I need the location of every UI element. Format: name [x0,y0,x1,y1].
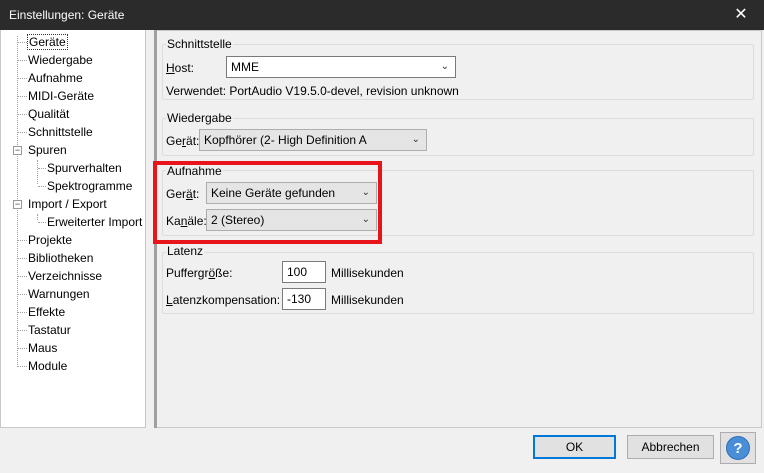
schnittstelle-title: Schnittstelle [166,37,233,51]
tree-item-tastatur[interactable]: Tastatur [28,322,71,338]
tree-item-verzeichnisse[interactable]: Verzeichnisse [28,268,102,284]
latency-comp-unit: Millisekunden [331,293,404,307]
close-icon[interactable]: ✕ [718,0,764,30]
tree-item-erweiterter-import[interactable]: Erweiterter Import [47,214,142,230]
tree-item-geraete[interactable]: Geräte [27,34,68,50]
tree-item-maus[interactable]: Maus [28,340,57,356]
buffer-unit: Millisekunden [331,266,404,280]
preferences-tree: Geräte Wiedergabe Aufnahme MIDI-Geräte Q… [0,30,146,428]
tree-item-spuren[interactable]: Spuren [28,142,67,158]
tree-item-spurverhalten[interactable]: Spurverhalten [47,160,122,176]
latenz-title: Latenz [166,244,205,258]
buffer-label: Puffergröße: [166,266,233,280]
chevron-down-icon: ⌄ [440,61,449,72]
tree-item-qualitaet[interactable]: Qualität [28,106,69,122]
tree-item-spektrogramme[interactable]: Spektrogramme [47,178,132,194]
tree-item-import-export[interactable]: Import / Export [28,196,107,212]
host-select[interactable]: MME ⌄ [226,56,456,78]
using-text: Verwendet: PortAudio V19.5.0-devel, revi… [166,84,459,98]
tree-item-module[interactable]: Module [28,358,67,374]
tree-item-aufnahme[interactable]: Aufnahme [28,70,83,86]
host-label: Host: [166,61,195,75]
tree-item-warnungen[interactable]: Warnungen [28,286,90,302]
title-bar: Einstellungen: Geräte ✕ [0,0,764,30]
cancel-button[interactable]: Abbrechen [627,435,714,459]
chevron-down-icon: ⌄ [411,134,420,145]
help-icon[interactable]: ? [726,436,750,460]
tree-item-bibliotheken[interactable]: Bibliotheken [28,250,93,266]
tree-item-projekte[interactable]: Projekte [28,232,72,248]
tree-item-midi-geraete[interactable]: MIDI-Geräte [28,88,94,104]
tree-item-effekte[interactable]: Effekte [28,304,65,320]
collapse-icon[interactable]: − [13,200,22,209]
latency-comp-label: Latenzkompensation: [166,293,281,307]
playback-device-label: Gerät: [166,134,200,148]
collapse-icon[interactable]: − [13,146,22,155]
tree-item-wiedergabe[interactable]: Wiedergabe [28,52,93,68]
window-title: Einstellungen: Geräte [9,8,125,22]
highlight-box [153,161,382,244]
latency-comp-input[interactable]: -130 [282,288,326,310]
buffer-input[interactable]: 100 [282,261,326,283]
wiedergabe-title: Wiedergabe [166,111,233,125]
ok-button[interactable]: OK [533,435,616,459]
playback-device-select[interactable]: Kopfhörer (2- High Definition A ⌄ [199,129,427,151]
tree-item-schnittstelle[interactable]: Schnittstelle [28,124,93,140]
